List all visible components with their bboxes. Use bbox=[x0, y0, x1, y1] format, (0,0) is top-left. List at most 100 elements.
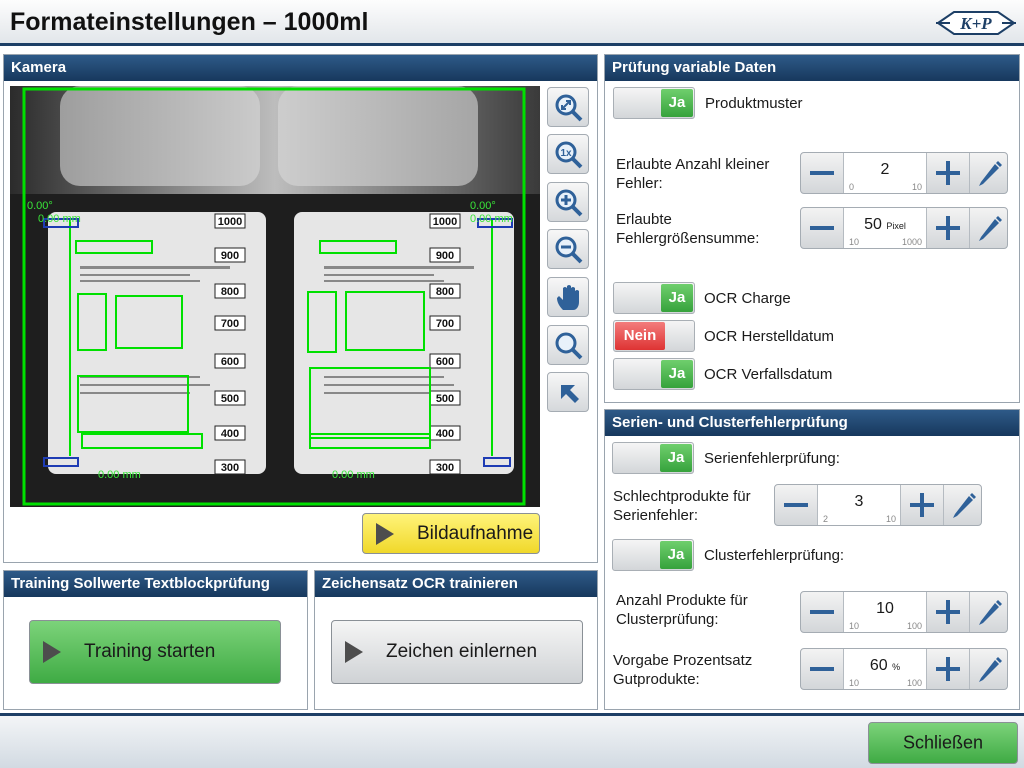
offset-left-top: 0.00 mm bbox=[38, 213, 81, 225]
cluster-count-label: Anzahl Produkte für Clusterprüfung: bbox=[616, 592, 748, 628]
label-right-400: 400 bbox=[436, 428, 454, 440]
pencil-icon bbox=[979, 216, 1002, 241]
title-bar: Formateinstellungen – 1000ml K+P bbox=[0, 0, 1024, 46]
clusterfehler-label: Clusterfehlerprüfung: bbox=[704, 547, 845, 564]
label-right-1000: 1000 bbox=[433, 216, 457, 228]
ocr-charge-label: OCR Charge bbox=[704, 290, 791, 307]
variable-data-panel-title: Prüfung variable Daten bbox=[605, 55, 1019, 81]
logo-text: K+P bbox=[959, 14, 992, 33]
good-percent-label: Vorgabe Prozentsatz Gutprodukte: bbox=[613, 652, 753, 688]
edit-button[interactable] bbox=[969, 208, 1007, 248]
pointer-icon bbox=[561, 385, 579, 403]
bad-products-stepper: 3 2 10 bbox=[774, 484, 982, 526]
toggle-state: Ja bbox=[661, 89, 693, 117]
toggle-state: Ja bbox=[661, 360, 693, 388]
zoom-in-button[interactable] bbox=[547, 182, 589, 222]
label-right-700: 700 bbox=[436, 318, 454, 330]
offset-right-bottom: 0.00 mm bbox=[332, 469, 375, 481]
toggle-state: Ja bbox=[660, 541, 692, 569]
zoom-in-icon bbox=[555, 189, 583, 217]
fit-icon bbox=[555, 94, 583, 122]
clusterfehler-toggle[interactable]: Ja bbox=[612, 539, 694, 571]
capture-image-label: Bildaufnahme bbox=[417, 522, 534, 544]
kp-logo: K+P bbox=[936, 11, 1016, 35]
zoom-out-button[interactable] bbox=[547, 229, 589, 269]
zoom-1x-icon: 1x bbox=[555, 141, 583, 169]
increment-button[interactable] bbox=[927, 592, 969, 632]
good-percent-stepper: 60 % 10 100 bbox=[800, 648, 1008, 690]
increment-button[interactable] bbox=[927, 153, 969, 193]
increment-button[interactable] bbox=[927, 208, 969, 248]
ocr-train-panel-title: Zeichensatz OCR trainieren bbox=[315, 571, 597, 597]
label-right-300: 300 bbox=[436, 462, 454, 474]
label-left-600: 600 bbox=[221, 356, 239, 368]
decrement-button[interactable] bbox=[801, 649, 843, 689]
value-field[interactable]: 50 Pixel 10 1000 bbox=[843, 208, 927, 248]
camera-panel-title: Kamera bbox=[4, 55, 597, 81]
zoom-search-icon bbox=[555, 332, 583, 360]
label-right-900: 900 bbox=[436, 250, 454, 262]
label-left-500: 500 bbox=[221, 393, 239, 405]
learn-characters-label: Zeichen einlernen bbox=[386, 641, 538, 662]
label-left-700: 700 bbox=[221, 318, 239, 330]
offset-right-top: 0.00 mm bbox=[470, 213, 513, 225]
pointer-button[interactable] bbox=[547, 372, 589, 412]
value-field[interactable]: 10 10 100 bbox=[843, 592, 927, 632]
toggle-state: Ja bbox=[661, 284, 693, 312]
edit-button[interactable] bbox=[969, 153, 1007, 193]
ocr-herstelldatum-toggle[interactable]: Nein bbox=[613, 320, 695, 352]
offset-left-bottom: 0.00 mm bbox=[98, 469, 141, 481]
decrement-button[interactable] bbox=[801, 208, 843, 248]
angle-left-label: 0.00° bbox=[27, 200, 53, 212]
play-icon bbox=[376, 522, 394, 545]
value-field[interactable]: 60 % 10 100 bbox=[843, 649, 927, 689]
zoom-search-button[interactable] bbox=[547, 325, 589, 365]
series-cluster-panel-title: Serien- und Clusterfehlerprüfung bbox=[605, 410, 1019, 436]
error-sum-label: Erlaubte Fehlergrößensumme: bbox=[616, 211, 760, 247]
learn-characters-button[interactable]: Zeichen einlernen bbox=[331, 620, 583, 684]
pencil-icon bbox=[979, 161, 1002, 186]
label-right-600: 600 bbox=[436, 356, 454, 368]
pan-hand-icon bbox=[557, 285, 579, 310]
training-start-button[interactable]: Training starten bbox=[29, 620, 281, 684]
edit-button[interactable] bbox=[969, 592, 1007, 632]
toggle-state: Ja bbox=[660, 444, 692, 472]
value-field[interactable]: 3 2 10 bbox=[817, 485, 901, 525]
ocr-verfallsdatum-toggle[interactable]: Ja bbox=[613, 358, 695, 390]
serienfehler-label: Serienfehlerprüfung: bbox=[704, 450, 840, 467]
edit-button[interactable] bbox=[969, 649, 1007, 689]
label-left-800: 800 bbox=[221, 286, 239, 298]
training-panel-title: Training Sollwerte Textblockprüfung bbox=[4, 571, 307, 597]
increment-button[interactable] bbox=[927, 649, 969, 689]
page-title: Formateinstellungen – 1000ml bbox=[10, 8, 369, 36]
ocr-charge-toggle[interactable]: Ja bbox=[613, 282, 695, 314]
small-errors-stepper: 2 0 10 bbox=[800, 152, 1008, 194]
cluster-count-stepper: 10 10 100 bbox=[800, 591, 1008, 633]
fit-view-button[interactable] bbox=[547, 87, 589, 127]
pencil-icon bbox=[953, 493, 976, 518]
close-label: Schließen bbox=[902, 732, 984, 753]
zoom-out-icon bbox=[555, 236, 583, 264]
footer-bar: Schließen bbox=[0, 713, 1024, 768]
edit-button[interactable] bbox=[943, 485, 981, 525]
value-field[interactable]: 2 0 10 bbox=[843, 153, 927, 193]
serienfehler-toggle[interactable]: Ja bbox=[612, 442, 694, 474]
pencil-icon bbox=[979, 600, 1002, 625]
training-start-label: Training starten bbox=[84, 641, 216, 662]
bad-products-label: Schlechtprodukte für Serienfehler: bbox=[613, 488, 751, 524]
decrement-button[interactable] bbox=[801, 153, 843, 193]
play-icon bbox=[43, 641, 61, 663]
error-sum-stepper: 50 Pixel 10 1000 bbox=[800, 207, 1008, 249]
increment-button[interactable] bbox=[901, 485, 943, 525]
label-left-300: 300 bbox=[221, 462, 239, 474]
decrement-button[interactable] bbox=[801, 592, 843, 632]
close-button[interactable]: Schließen bbox=[868, 722, 1018, 764]
small-errors-label: Erlaubte Anzahl kleiner Fehler: bbox=[616, 156, 770, 192]
produktmuster-label: Produktmuster bbox=[705, 95, 803, 112]
capture-image-button[interactable]: Bildaufnahme bbox=[362, 513, 540, 554]
decrement-button[interactable] bbox=[775, 485, 817, 525]
zoom-1x-button[interactable]: 1x bbox=[547, 134, 589, 174]
produktmuster-toggle[interactable]: Ja bbox=[613, 87, 695, 119]
pan-button[interactable] bbox=[547, 277, 589, 317]
camera-image[interactable]: 1000 900 800 700 600 500 400 300 1000 90… bbox=[10, 86, 540, 507]
